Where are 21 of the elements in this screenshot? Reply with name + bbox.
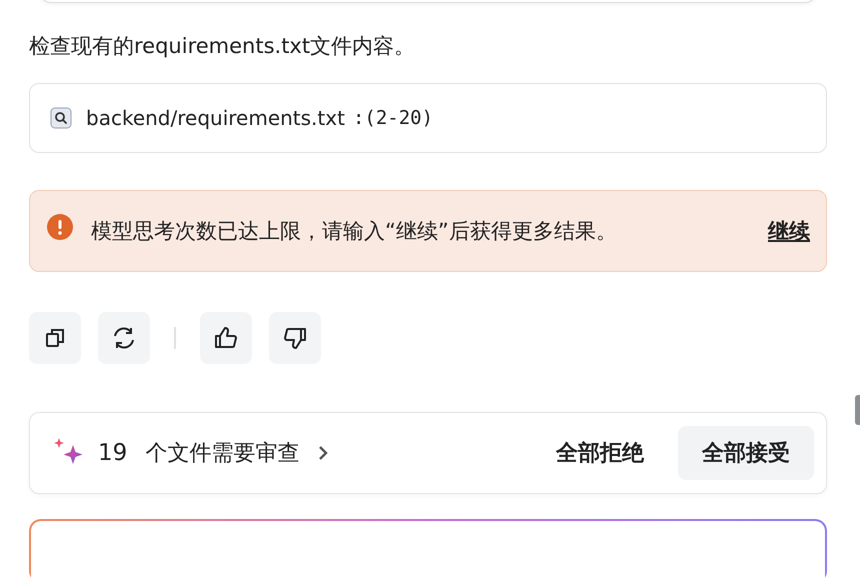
chevron-right-icon[interactable] [317,444,330,462]
thumbs-down-icon [282,325,308,351]
search-icon [50,107,72,129]
accept-all-button[interactable]: 全部接受 [678,426,814,480]
thumbs-up-icon [213,325,239,351]
alert-message: 模型思考次数已达上限，请输入“继续”后获得更多结果。 [91,218,618,245]
like-button[interactable] [200,312,252,364]
refresh-button[interactable] [98,312,150,364]
review-label: 个文件需要审查 [145,440,300,468]
file-path: backend/requirements.txt [86,106,345,130]
copy-button[interactable] [29,312,81,364]
dislike-button[interactable] [269,312,321,364]
continue-link[interactable]: 继续 [768,211,810,251]
copy-icon [43,326,67,350]
reject-all-button[interactable]: 全部拒绝 [532,426,668,480]
file-count: 19 [98,440,128,466]
scrollbar-thumb[interactable] [855,395,860,425]
warning-icon [47,214,73,240]
line-range: :(2-20) [352,107,434,129]
message-text: 检查现有的requirements.txt文件内容。 [29,33,416,60]
refresh-icon [111,325,137,351]
